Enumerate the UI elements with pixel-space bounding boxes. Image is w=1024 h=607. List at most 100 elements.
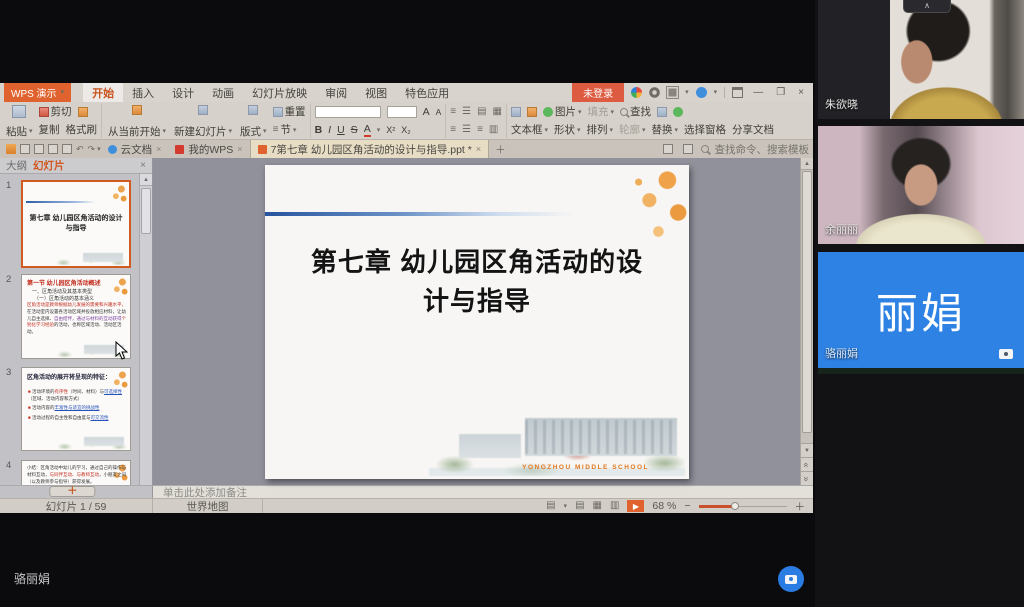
tab-design[interactable]: 设计	[163, 83, 203, 103]
align-right-icon[interactable]: ≡	[477, 125, 483, 135]
collapse-ribbon-icon[interactable]	[732, 87, 743, 98]
save-icon[interactable]	[20, 144, 30, 154]
font-size-combobox[interactable]	[387, 106, 417, 118]
strikethrough-button[interactable]: S	[351, 124, 358, 136]
scroll-up-icon[interactable]: ▲	[801, 158, 813, 170]
sidebar-scrollbar[interactable]: ▲	[139, 174, 152, 485]
help-icon[interactable]	[696, 87, 707, 98]
format-painter-icon[interactable]	[78, 107, 88, 117]
notes-input[interactable]: 单击此处添加备注	[153, 486, 813, 498]
zoom-slider[interactable]	[699, 501, 787, 511]
increase-font-button[interactable]: A	[423, 106, 430, 118]
slide-sorter-icon[interactable]: ▦	[593, 501, 602, 511]
scrollbar-thumb[interactable]	[802, 171, 812, 433]
superscript-button[interactable]: X²	[386, 125, 395, 135]
participant-tile-1[interactable]: ∧ 朱欲晓	[818, 0, 1024, 119]
doc-tab-mywps[interactable]: 我的WPS ×	[168, 140, 249, 158]
add-slide-button[interactable]: ＋	[49, 486, 95, 497]
replace-button[interactable]: 替换▾	[652, 125, 679, 136]
paste-button[interactable]: 粘贴▾	[4, 104, 35, 138]
close-icon[interactable]: ×	[156, 144, 161, 154]
reading-view-icon[interactable]: ▥	[610, 501, 619, 511]
tab-animation[interactable]: 动画	[203, 83, 243, 103]
zoom-in-button[interactable]: ＋	[795, 499, 806, 514]
bold-button[interactable]: B	[315, 124, 323, 136]
editor-scrollbar[interactable]: ▲ ▼ « »	[800, 158, 813, 485]
notes-toggle-icon[interactable]: ▤	[546, 501, 555, 511]
close-panel-icon[interactable]: ×	[140, 160, 146, 171]
wps-menu-button[interactable]: WPS 演示 ▾	[4, 83, 71, 102]
scrollbar-thumb[interactable]	[141, 188, 151, 234]
collapse-panel-button[interactable]: ∧	[903, 0, 951, 13]
zoom-out-button[interactable]: −	[684, 500, 690, 512]
tab-review[interactable]: 审阅	[316, 83, 356, 103]
doc-tab-presentation[interactable]: 7第七章 幼儿园区角活动的设计与指导.ppt * ×	[250, 140, 490, 158]
tab-special-apps[interactable]: 特色应用	[396, 83, 458, 103]
tab-view[interactable]: 视图	[356, 83, 396, 103]
scroll-up-icon[interactable]: ▲	[140, 174, 152, 186]
align-center-icon[interactable]: ☰	[462, 125, 471, 135]
gear-icon[interactable]	[649, 87, 660, 98]
arrange-button[interactable]: 排列▾	[587, 125, 614, 136]
bullets-icon[interactable]: ≡	[450, 107, 456, 117]
copy-button[interactable]: 复制	[39, 125, 60, 136]
next-slide-button[interactable]: »	[801, 471, 813, 485]
share-doc-button[interactable]: 分享文档	[732, 125, 774, 136]
subscript-button[interactable]: X₂	[401, 125, 411, 135]
fill-button[interactable]: 填充▾	[587, 107, 614, 118]
section-button[interactable]: ≡节▾	[273, 125, 297, 136]
new-tab-button[interactable]: ＋	[495, 142, 506, 157]
message-icon[interactable]	[663, 144, 673, 154]
line-spacing-icon[interactable]: ▥	[489, 125, 498, 135]
italic-button[interactable]: I	[328, 124, 331, 136]
indent-increase-icon[interactable]: ▦	[493, 107, 502, 117]
textbox-button[interactable]: 文本框▾	[511, 125, 548, 136]
login-button[interactable]: 未登录	[572, 83, 624, 102]
from-current-button[interactable]: 从当前开始▾	[106, 104, 168, 138]
indent-decrease-icon[interactable]: ▤	[477, 107, 486, 117]
scroll-down-icon[interactable]: ▼	[801, 443, 813, 457]
previous-slide-button[interactable]: «	[801, 457, 813, 471]
print-icon[interactable]	[48, 144, 58, 154]
reset-button[interactable]: 重置	[273, 107, 306, 118]
output-icon[interactable]	[34, 144, 44, 154]
tab-outline[interactable]: 大纲	[6, 158, 27, 173]
tab-insert[interactable]: 插入	[123, 83, 163, 103]
slide-thumbnail-4[interactable]: 小结：区角活动中幼儿的学习，通过自己的操作与材料互动，与同伴互动、与教师互动，小…	[21, 460, 131, 485]
doc-tab-cloud[interactable]: 云文档 ×	[101, 140, 169, 158]
restore-button[interactable]: ❐	[773, 87, 788, 98]
slide-thumbnail-3[interactable]: 区角活动的展开将呈现的特征： ■ 活动环境的有序性（时间、材料）与可选择性（区域…	[21, 367, 131, 451]
slide-thumbnail-1[interactable]: 第七章 幼儿园区角活动的设计与指导	[21, 180, 131, 268]
find-button[interactable]: 查找	[620, 107, 651, 118]
align-left-icon[interactable]: ≡	[450, 125, 456, 135]
decrease-font-button[interactable]: A	[436, 107, 442, 117]
normal-view-icon[interactable]: ▤	[575, 501, 584, 511]
theme-name[interactable]: 世界地图	[153, 499, 263, 513]
font-name-combobox[interactable]	[315, 106, 381, 118]
wps-account-icon[interactable]	[631, 87, 642, 98]
numbering-icon[interactable]: ☰	[462, 107, 471, 117]
layout-button[interactable]: 版式▾	[238, 104, 269, 138]
minimize-button[interactable]: —	[750, 87, 766, 98]
underline-button[interactable]: U	[337, 124, 345, 136]
open-file-icon[interactable]	[6, 144, 16, 154]
chat-bubble-button[interactable]	[778, 566, 804, 592]
participant-tile-3[interactable]: 丽娟 骆丽娟	[818, 252, 1024, 368]
close-icon[interactable]: ×	[237, 144, 242, 154]
tab-slideshow[interactable]: 幻灯片放映	[243, 83, 316, 103]
tools-icon[interactable]	[683, 144, 693, 154]
redo-icon[interactable]: ↷	[88, 144, 96, 154]
shape-button[interactable]: 形状▾	[554, 125, 581, 136]
new-slide-button[interactable]: 新建幻灯片▾	[172, 104, 234, 138]
select-pane-button[interactable]: 选择窗格	[684, 125, 726, 136]
participant-tile-2[interactable]: 余丽丽	[818, 126, 1024, 244]
command-search[interactable]: 查找命令、搜索模板	[715, 142, 810, 157]
slideshow-play-button[interactable]: ▶	[627, 500, 644, 512]
zoom-slider-thumb[interactable]	[731, 502, 739, 510]
apps-grid-icon[interactable]	[667, 87, 678, 98]
tab-slides[interactable]: 幻灯片	[33, 158, 65, 173]
undo-icon[interactable]: ↶	[76, 144, 84, 154]
preview-icon[interactable]	[62, 144, 72, 154]
tab-home[interactable]: 开始	[83, 83, 123, 103]
close-icon[interactable]: ×	[476, 144, 481, 154]
